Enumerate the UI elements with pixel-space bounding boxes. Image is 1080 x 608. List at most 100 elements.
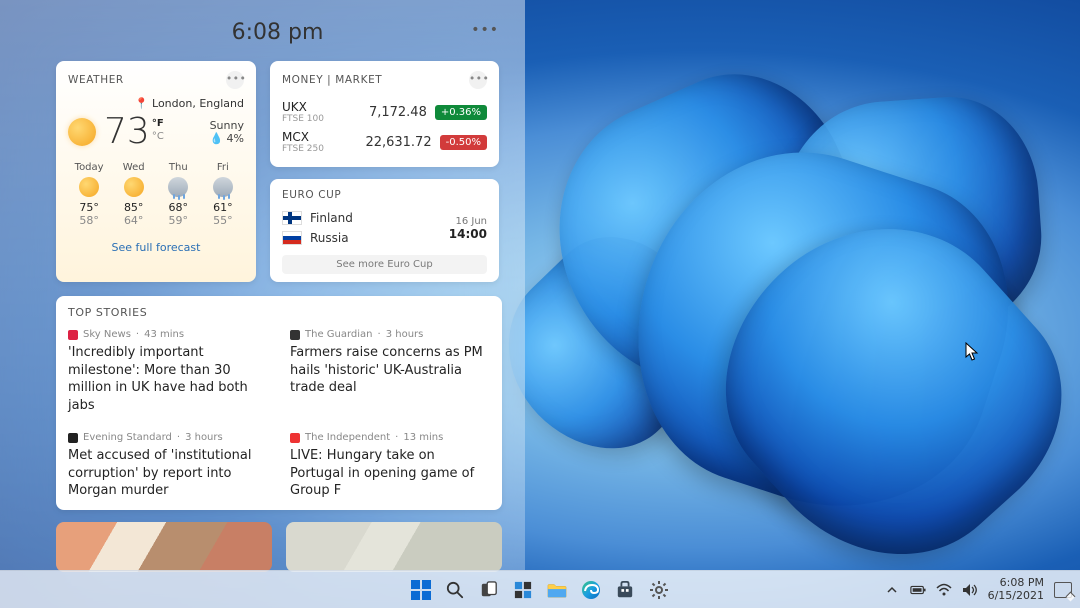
store-icon[interactable] xyxy=(611,576,639,604)
rain-icon xyxy=(213,177,233,197)
forecast-day[interactable]: Thu 68° 59° xyxy=(157,162,199,227)
volume-icon[interactable] xyxy=(962,582,978,598)
eurocup-title: EURO CUP xyxy=(282,189,487,201)
market-value: 7,172.48 xyxy=(350,105,427,120)
story-age: 43 mins xyxy=(144,329,184,340)
taskbar-clock[interactable]: 6:08 PM 6/15/2021 xyxy=(988,577,1044,602)
forecast-hi: 68° xyxy=(157,201,199,214)
sun-icon xyxy=(124,177,144,197)
team2-name: Russia xyxy=(310,231,349,245)
market-row[interactable]: UKXFTSE 100 7,172.48 +0.36% xyxy=(282,97,487,127)
forecast-day[interactable]: Today 75° 58° xyxy=(68,162,110,227)
widgets-icon[interactable] xyxy=(509,576,537,604)
forecast-day-label: Thu xyxy=(157,162,199,173)
market-change: -0.50% xyxy=(440,135,487,150)
widgets-panel: ••• 6:08 pm WEATHER ••• 📍 London, Englan… xyxy=(0,0,525,570)
story-item[interactable]: Evening Standard · 3 hours Met accused o… xyxy=(68,432,268,500)
story-thumbnail[interactable] xyxy=(286,522,502,572)
story-age: 3 hours xyxy=(386,329,424,340)
chevron-up-icon[interactable] xyxy=(884,582,900,598)
top-stories-widget[interactable]: TOP STORIES Sky News · 43 mins 'Incredib… xyxy=(56,296,502,510)
action-center-icon[interactable] xyxy=(1054,582,1072,598)
forecast-lo: 64° xyxy=(113,214,155,227)
story-item[interactable]: The Guardian · 3 hours Farmers raise con… xyxy=(290,329,490,414)
story-headline: Met accused of 'institutional corruption… xyxy=(68,447,268,500)
source-icon xyxy=(68,330,78,340)
taskbar: 6:08 PM 6/15/2021 xyxy=(0,570,1080,608)
forecast-day-label: Today xyxy=(68,162,110,173)
team1-name: Finland xyxy=(310,211,353,225)
forecast-lo: 55° xyxy=(202,214,244,227)
forecast-day-label: Wed xyxy=(113,162,155,173)
wallpaper-bloom xyxy=(520,60,1080,580)
wifi-icon[interactable] xyxy=(936,582,952,598)
unit-c[interactable]: °C xyxy=(152,131,164,142)
story-source: Sky News xyxy=(83,329,131,340)
battery-icon[interactable] xyxy=(910,582,926,598)
forecast-lo: 58° xyxy=(68,214,110,227)
mouse-cursor-icon xyxy=(965,342,979,362)
forecast-hi: 75° xyxy=(68,201,110,214)
rain-icon xyxy=(168,177,188,197)
story-source: The Guardian xyxy=(305,329,373,340)
weather-title: WEATHER xyxy=(68,74,124,86)
market-code: MCX xyxy=(282,130,342,144)
weather-widget[interactable]: WEATHER ••• 📍 London, England 73 °F °C S… xyxy=(56,61,256,282)
story-source: The Independent xyxy=(305,432,390,443)
story-headline: LIVE: Hungary take on Portugal in openin… xyxy=(290,447,490,500)
panel-time: 6:08 pm xyxy=(56,20,499,45)
match-date: 16 Jun xyxy=(455,216,487,227)
source-icon xyxy=(290,330,300,340)
market-change: +0.36% xyxy=(435,105,487,120)
story-thumbnails xyxy=(56,522,502,572)
task-view-icon[interactable] xyxy=(475,576,503,604)
money-title: MONEY | MARKET xyxy=(282,74,382,86)
weather-condition: Sunny xyxy=(210,119,244,132)
story-age: 3 hours xyxy=(185,432,223,443)
weather-humidity: 💧4% xyxy=(210,132,244,145)
money-widget[interactable]: MONEY | MARKET ••• UKXFTSE 100 7,172.48 … xyxy=(270,61,499,167)
forecast-hi: 61° xyxy=(202,201,244,214)
weather-temp: 73 xyxy=(104,114,150,150)
weather-more-icon[interactable]: ••• xyxy=(226,71,244,89)
story-item[interactable]: Sky News · 43 mins 'Incredibly important… xyxy=(68,329,268,414)
see-more-eurocup-link[interactable]: See more Euro Cup xyxy=(282,255,487,274)
russia-flag-icon xyxy=(282,231,302,245)
search-icon[interactable] xyxy=(441,576,469,604)
story-headline: 'Incredibly important milestone': More t… xyxy=(68,344,268,414)
start-button[interactable] xyxy=(407,576,435,604)
file-explorer-icon[interactable] xyxy=(543,576,571,604)
taskbar-date: 6/15/2021 xyxy=(988,590,1044,603)
taskbar-time: 6:08 PM xyxy=(988,577,1044,590)
match-time: 14:00 xyxy=(449,227,487,241)
market-value: 22,631.72 xyxy=(350,135,432,150)
market-code: UKX xyxy=(282,100,342,114)
source-icon xyxy=(290,433,300,443)
sun-icon xyxy=(68,118,96,146)
forecast-day[interactable]: Wed 85° 64° xyxy=(113,162,155,227)
story-item[interactable]: The Independent · 13 mins LIVE: Hungary … xyxy=(290,432,490,500)
money-more-icon[interactable]: ••• xyxy=(469,71,487,89)
source-icon xyxy=(68,433,78,443)
forecast-day[interactable]: Fri 61° 55° xyxy=(202,162,244,227)
forecast-lo: 59° xyxy=(157,214,199,227)
panel-menu-icon[interactable]: ••• xyxy=(471,22,499,38)
market-name: FTSE 250 xyxy=(282,144,342,154)
story-source: Evening Standard xyxy=(83,432,172,443)
finland-flag-icon xyxy=(282,211,302,225)
forecast-hi: 85° xyxy=(113,201,155,214)
unit-f[interactable]: °F xyxy=(152,118,164,129)
top-stories-title: TOP STORIES xyxy=(68,306,490,319)
story-headline: Farmers raise concerns as PM hails 'hist… xyxy=(290,344,490,397)
edge-icon[interactable] xyxy=(577,576,605,604)
weather-location: 📍 London, England xyxy=(68,97,244,110)
see-full-forecast-link[interactable]: See full forecast xyxy=(68,241,244,254)
sun-icon xyxy=(79,177,99,197)
story-age: 13 mins xyxy=(403,432,443,443)
eurocup-widget[interactable]: EURO CUP Finland Russia 16 Jun 14:00 See… xyxy=(270,179,499,282)
forecast-day-label: Fri xyxy=(202,162,244,173)
market-name: FTSE 100 xyxy=(282,114,342,124)
story-thumbnail[interactable] xyxy=(56,522,272,572)
market-row[interactable]: MCXFTSE 250 22,631.72 -0.50% xyxy=(282,127,487,157)
settings-icon[interactable] xyxy=(645,576,673,604)
